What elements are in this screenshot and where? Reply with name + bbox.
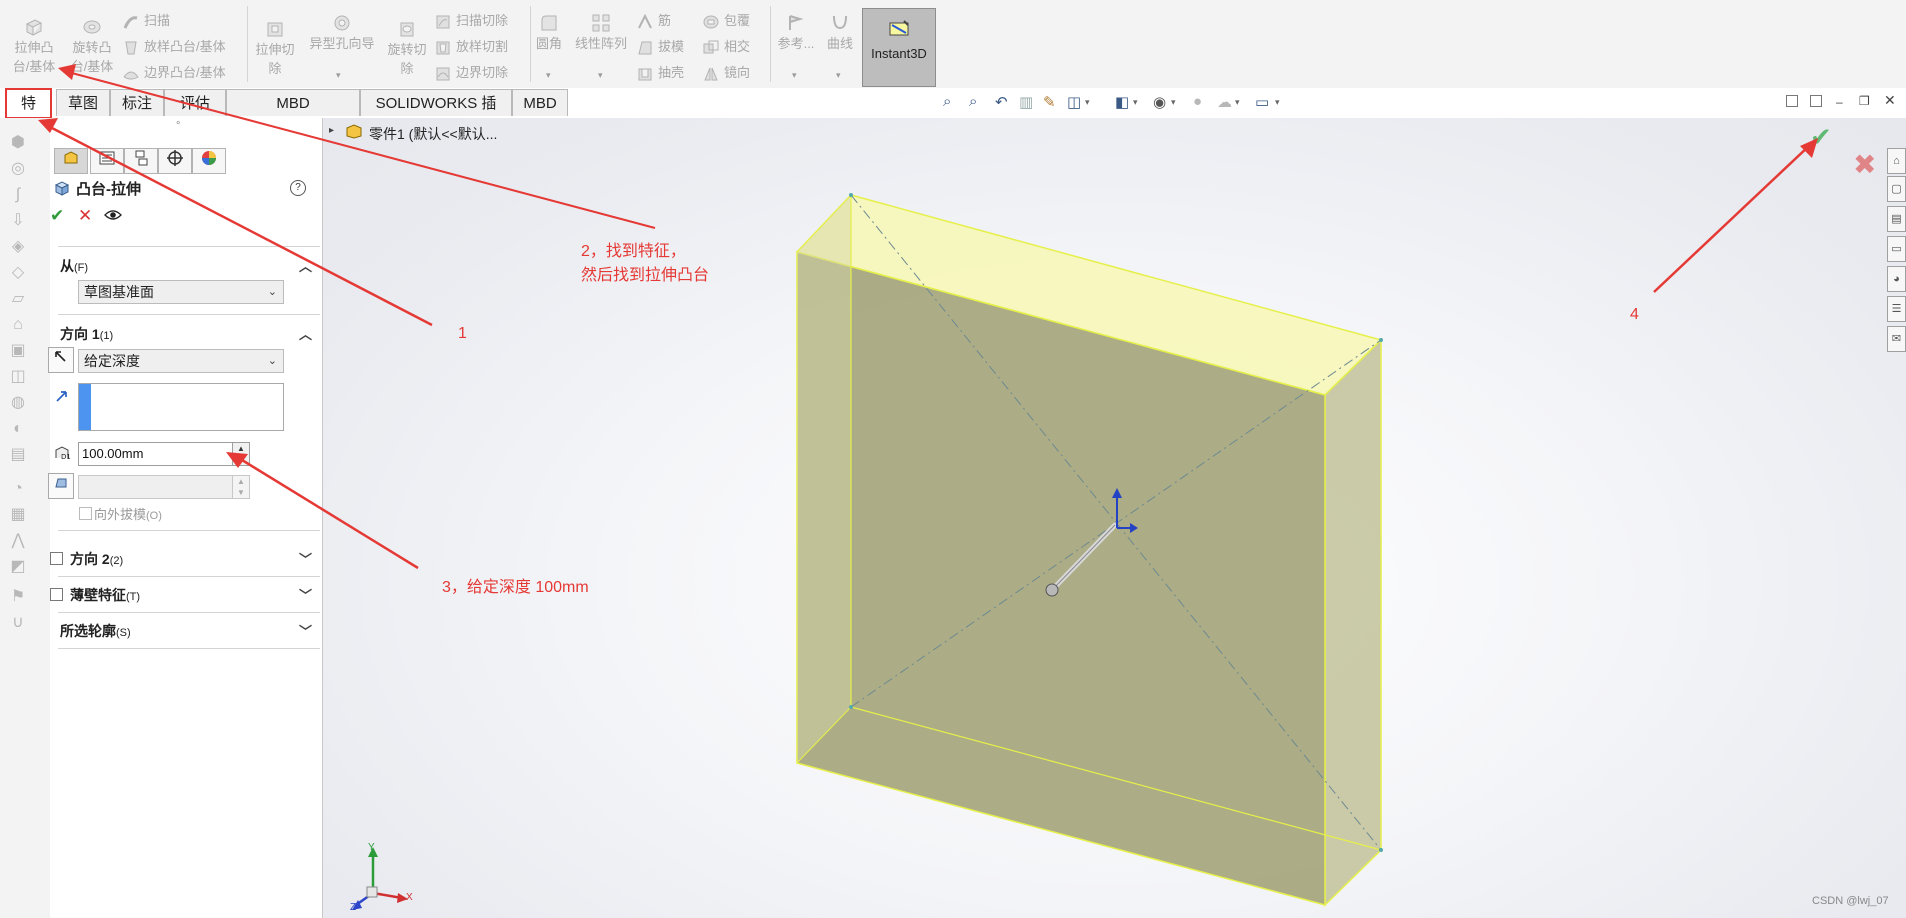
watermark: CSDN @lwj_07 [1812, 895, 1889, 907]
annotation-step-2: 2，找到特征， 然后找到拉伸凸台 [581, 240, 709, 288]
annotation-step-3: 3，给定深度 100mm [442, 579, 589, 596]
triad-y-label: Y [368, 842, 375, 853]
annotation-step-4: 4 [1630, 306, 1639, 323]
triad-x-label: X [406, 892, 413, 903]
annotation-step-1: 1 [458, 325, 467, 342]
extrude-preview-graphic [38, 64, 1818, 910]
triad-z-label: Z [350, 902, 357, 913]
coordinate-triad [352, 847, 408, 910]
annotation-step-2-line1: 2，找到特征， [581, 243, 686, 260]
annotation-step-2-line2: 然后找到拉伸凸台 [581, 267, 710, 284]
